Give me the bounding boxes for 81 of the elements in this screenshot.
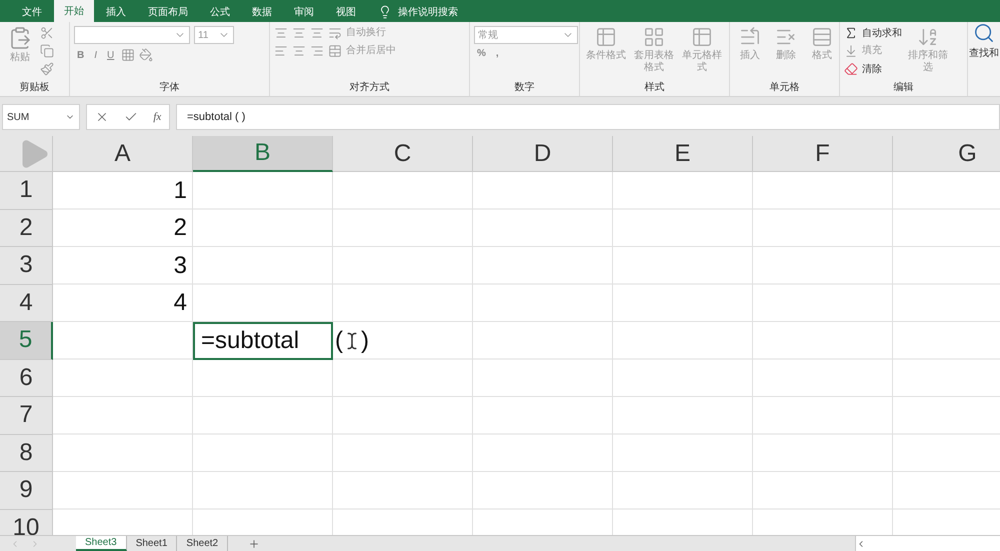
menu-tab[interactable]: 数据 <box>242 2 282 22</box>
menu-tab[interactable]: 文件 <box>12 2 52 22</box>
insert-function-button[interactable]: fx <box>153 111 162 123</box>
sheet-tab[interactable]: Sheet2 <box>177 536 228 551</box>
fill-down-icon <box>844 44 858 58</box>
table-style-icon <box>595 26 617 48</box>
group-label: 数字 <box>514 80 536 95</box>
eraser-icon <box>844 62 858 76</box>
menu-tab[interactable]: 审阅 <box>284 2 324 22</box>
group-label: 编辑 <box>892 80 914 95</box>
align-left-icon <box>274 44 288 58</box>
group-label: 对齐方式 <box>348 80 390 95</box>
row-header[interactable]: 8 <box>0 434 53 472</box>
column-header[interactable]: G <box>893 136 1000 172</box>
percent-button[interactable]: % <box>474 48 489 59</box>
find-button[interactable]: 查找和 <box>969 46 999 60</box>
column-header[interactable]: F <box>753 136 893 172</box>
table-cell-text: 2 <box>172 213 188 244</box>
column-header[interactable]: C <box>333 136 473 172</box>
font-style-button[interactable]: B <box>74 50 88 60</box>
select-all-icon[interactable] <box>20 139 50 169</box>
paintbrush-icon <box>40 62 54 76</box>
column-header[interactable]: E <box>613 136 753 172</box>
formula-field[interactable]: =subtotal ( ) <box>176 104 1000 130</box>
number-format-field[interactable]: 常规 <box>474 26 578 44</box>
comma-button[interactable]: , <box>492 48 502 59</box>
align-icon <box>274 26 288 40</box>
tell-me-search[interactable]: 操作说明搜索 <box>368 2 468 22</box>
align-center-icon <box>292 44 306 58</box>
paren-text: ( <box>335 326 343 355</box>
group-label: 剪贴板 <box>18 80 50 95</box>
row-header[interactable]: 4 <box>0 284 53 322</box>
autosum-button[interactable]: 自动求和 <box>862 26 902 40</box>
menu-tab[interactable]: 插入 <box>96 2 136 22</box>
column-header[interactable]: B <box>193 136 333 172</box>
active-cell[interactable]: =subtotal <box>193 322 333 360</box>
menu-tab[interactable]: 页面布局 <box>138 2 198 22</box>
cells-icon <box>811 26 833 48</box>
font-name-field[interactable] <box>74 26 190 44</box>
font-style-button[interactable]: I <box>91 50 100 60</box>
group-label: 样式 <box>644 80 666 95</box>
align-icon <box>292 26 306 40</box>
sheet-tab[interactable]: Sheet1 <box>126 536 178 551</box>
table-cell-text: 1 <box>172 176 188 206</box>
menu-tab[interactable]: 视图 <box>326 2 366 22</box>
row-header[interactable]: 5 <box>0 322 53 360</box>
row-header[interactable]: 2 <box>0 210 53 247</box>
scissors-icon <box>40 26 54 40</box>
row-header[interactable]: 9 <box>0 472 53 510</box>
paren-text: ) <box>361 326 369 355</box>
copy-icon <box>40 44 54 58</box>
clear-button[interactable]: 清除 <box>862 62 882 76</box>
wrap-icon <box>328 26 342 40</box>
row-header[interactable]: 6 <box>0 360 53 397</box>
sigma-icon <box>844 26 858 40</box>
table-cell-text: 3 <box>172 250 188 281</box>
table-style-icon <box>643 26 665 48</box>
column-header[interactable]: A <box>53 136 193 172</box>
lightbulb-icon <box>378 5 392 19</box>
sheet-tab[interactable]: Sheet3 <box>76 536 127 551</box>
border-icon <box>121 48 136 62</box>
group-label: 单元格 <box>768 80 800 95</box>
align-icon <box>310 26 324 40</box>
table-cell-text: 4 <box>172 288 188 318</box>
name-box[interactable]: SUM <box>2 104 80 130</box>
row-header[interactable]: 3 <box>0 247 53 284</box>
align-right-icon <box>310 44 324 58</box>
row-header[interactable]: 1 <box>0 172 53 210</box>
font-style-button[interactable]: U <box>104 50 118 60</box>
sort-filter-icon <box>917 26 939 48</box>
group-label: 字体 <box>158 80 180 95</box>
table-style-icon <box>691 26 713 48</box>
search-icon <box>973 22 995 44</box>
add-sheet-icon <box>248 538 260 550</box>
row-header[interactable]: 10 <box>0 510 53 535</box>
row-header[interactable]: 7 <box>0 397 53 434</box>
column-header[interactable]: D <box>473 136 613 172</box>
menu-tab[interactable]: 开始 <box>54 0 94 22</box>
merge-icon <box>328 44 342 58</box>
menu-tab[interactable]: 公式 <box>200 2 240 22</box>
fill-bucket-icon <box>139 48 154 62</box>
